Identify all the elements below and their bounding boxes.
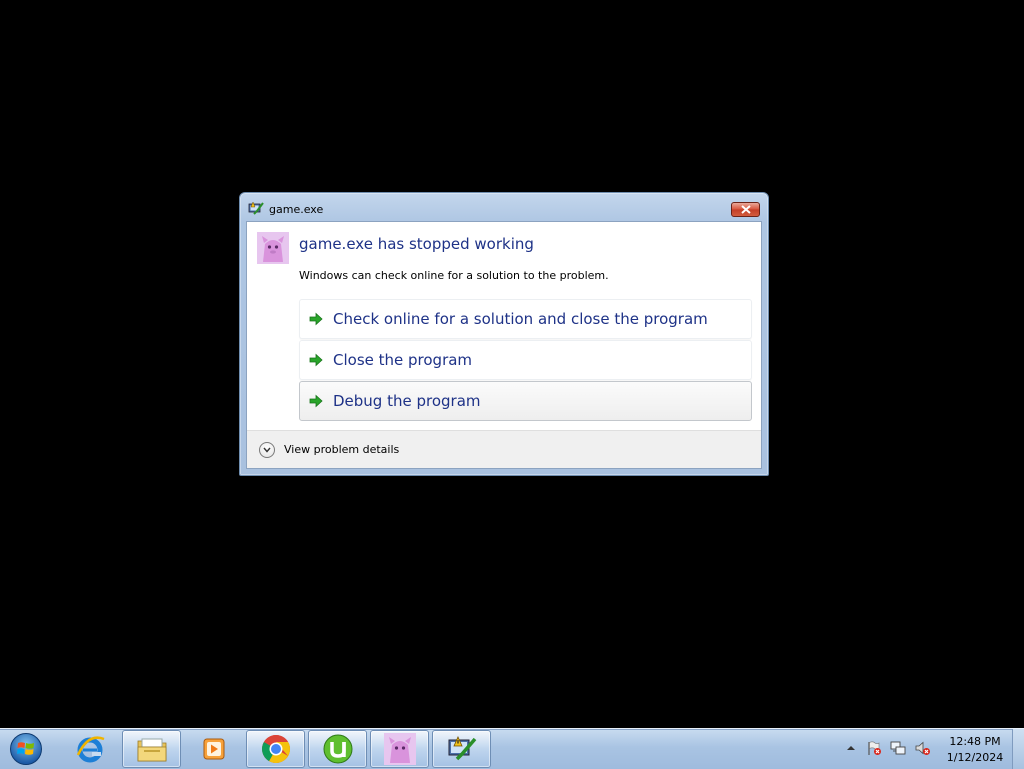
utorrent-icon: [323, 734, 352, 764]
show-hidden-icons-button[interactable]: [842, 739, 860, 757]
taskbar-clock[interactable]: 12:48 PM 1/12/2024: [940, 734, 1010, 766]
error-dialog: game.exe game.exe has stopped working Wi…: [239, 192, 769, 476]
chevron-up-icon: [847, 746, 855, 750]
close-button[interactable]: [731, 202, 760, 217]
volume-muted-icon: [915, 741, 930, 755]
start-button[interactable]: [6, 731, 46, 767]
media-player-icon: [203, 738, 224, 760]
show-desktop-button[interactable]: [1012, 729, 1024, 769]
internet-explorer-icon: [76, 736, 104, 763]
game-app-icon: [257, 232, 289, 264]
dialog-headline: game.exe has stopped working: [299, 235, 534, 253]
green-arrow-icon: [309, 394, 323, 408]
action-center-tray[interactable]: [865, 739, 883, 757]
network-icon: [890, 741, 906, 755]
taskbar-google-chrome[interactable]: [246, 730, 305, 768]
chevron-down-icon: [263, 447, 271, 453]
taskbar-game[interactable]: [370, 730, 429, 768]
option-label: Debug the program: [333, 392, 481, 410]
volume-tray[interactable]: [914, 739, 932, 757]
chrome-icon: [261, 735, 290, 763]
view-details-link[interactable]: View problem details: [284, 443, 399, 456]
view-details-toggle[interactable]: [259, 442, 275, 458]
dialog-titlebar[interactable]: game.exe: [240, 193, 768, 221]
close-icon: [740, 205, 751, 214]
folder-icon: [137, 738, 166, 762]
windows-orb-icon: [10, 733, 42, 765]
clock-time: 12:48 PM: [949, 735, 1001, 748]
taskbar-error-reporting[interactable]: [432, 730, 491, 768]
dialog-content: game.exe has stopped working Windows can…: [246, 221, 762, 469]
error-reporting-icon: [248, 201, 264, 217]
close-program-option[interactable]: Close the program: [299, 340, 752, 380]
dialog-title: game.exe: [269, 203, 324, 216]
option-label: Close the program: [333, 351, 473, 369]
network-tray[interactable]: [889, 739, 907, 757]
check-online-option[interactable]: Check online for a solution and close th…: [299, 299, 752, 339]
taskbar-windows-explorer[interactable]: [122, 730, 181, 768]
taskbar-windows-media-player[interactable]: [184, 730, 243, 768]
taskbar: 12:48 PM 1/12/2024: [0, 728, 1024, 769]
taskbar-utorrent[interactable]: [308, 730, 367, 768]
dialog-footer: View problem details: [247, 430, 761, 468]
error-reporting-icon: [448, 736, 476, 761]
green-arrow-icon: [309, 353, 323, 367]
action-center-flag-icon: [868, 741, 881, 755]
clock-date: 1/12/2024: [946, 751, 1004, 764]
dialog-message: Windows can check online for a solution …: [299, 269, 609, 282]
green-arrow-icon: [309, 312, 323, 326]
taskbar-internet-explorer[interactable]: [60, 730, 119, 768]
debug-program-option[interactable]: Debug the program: [299, 381, 752, 421]
game-icon: [383, 733, 416, 765]
option-label: Check online for a solution and close th…: [333, 310, 708, 328]
